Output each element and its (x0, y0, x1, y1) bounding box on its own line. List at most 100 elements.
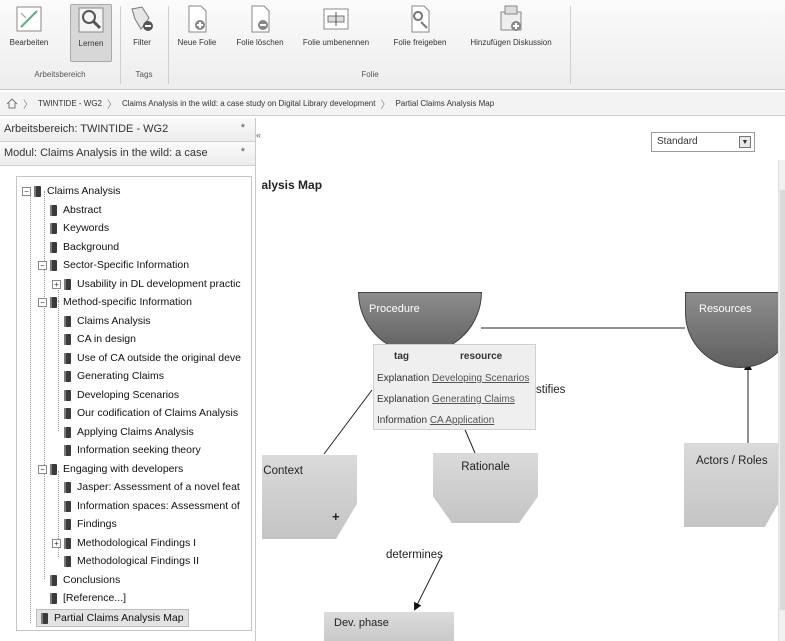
tree-item[interactable]: [Reference...] (50, 589, 126, 607)
tree-guide (44, 191, 45, 579)
tree-item-label: Partial Claims Analysis Map (54, 612, 184, 624)
breadcrumb-separator: 〉 (23, 100, 33, 111)
book-icon (64, 333, 71, 345)
tree-item-label: Abstract (63, 204, 102, 216)
tree-item[interactable]: Applying Claims Analysis (64, 423, 194, 441)
tree-item-label: Our codification of Claims Analysis (77, 407, 239, 419)
add-discussion-button[interactable]: Hinzufügen Diskussion (464, 4, 558, 62)
vertical-scrollbar[interactable] (778, 160, 785, 641)
tree-item[interactable]: − Engaging with developers (38, 460, 183, 478)
delete-slide-button[interactable]: Folie löschen (232, 4, 288, 62)
tree-item-label: Jasper: Assessment of a novel feat (77, 481, 240, 493)
book-icon (64, 555, 71, 567)
collapse-toggle[interactable]: − (38, 260, 47, 270)
learn-button-label: Lernen (78, 39, 104, 48)
tree-guide (58, 301, 59, 431)
ribbon-group-tags: Tags (135, 70, 153, 79)
book-icon (64, 444, 71, 456)
tree-item-label: Sector-Specific Information (63, 259, 190, 271)
filter-button[interactable]: Filter (124, 4, 160, 62)
tree-item[interactable]: − Sector-Specific Information (38, 256, 189, 274)
ribbon-separator (168, 6, 169, 84)
ribbon-separator (570, 6, 571, 84)
collapse-toggle[interactable]: − (38, 297, 47, 307)
tooltip-tag: Information (377, 415, 428, 426)
tooltip-resource-link[interactable]: CA Application (430, 415, 495, 426)
workspace-header[interactable]: Arbeitsbereich: TWINTIDE - WG2 * (0, 118, 255, 142)
expand-node-icon[interactable]: + (332, 509, 340, 524)
share-slide-button-label: Folie freigeben (393, 38, 447, 47)
tree-item-label: Usability in DL development practic (77, 278, 241, 290)
tree-item[interactable]: + Usability in DL development practic (52, 275, 241, 293)
book-icon (64, 370, 71, 382)
expand-toggle[interactable]: + (52, 279, 61, 289)
tree-item-label: CA in design (77, 333, 136, 345)
tree-item[interactable]: Background (50, 238, 119, 256)
tree-item[interactable]: CA in design (64, 330, 136, 348)
ribbon-group-slide: Folie (361, 70, 379, 79)
book-icon (41, 612, 48, 624)
breadcrumb-item-module[interactable]: Claims Analysis in the wild: a case stud… (122, 99, 375, 108)
book-icon (64, 352, 71, 364)
tree-item[interactable]: Claims Analysis (64, 312, 151, 330)
tree-item-label: Background (63, 241, 120, 253)
breadcrumb-item-workspace[interactable]: TWINTIDE - WG2 (38, 99, 102, 108)
book-icon (64, 500, 71, 512)
book-icon (50, 574, 57, 586)
tree-item[interactable]: Generating Claims (64, 367, 164, 385)
home-icon[interactable] (6, 98, 18, 109)
tree-item[interactable]: Use of CA outside the original deve (64, 349, 241, 367)
module-star: * (240, 146, 245, 158)
share-slide-button[interactable]: Folie freigeben (388, 4, 452, 62)
tree-item[interactable]: Keywords (50, 219, 109, 237)
book-icon (64, 481, 71, 493)
tree-item[interactable]: − Claims Analysis (22, 182, 121, 200)
rename-slide-button-label: Folie umbenennen (302, 38, 370, 47)
tree-item[interactable]: Findings (64, 515, 117, 533)
node-actors-roles[interactable]: Actors / Roles (684, 443, 785, 527)
node-dev-phase[interactable]: Dev. phase (324, 612, 454, 641)
node-rationale-label: Rationale (461, 461, 510, 473)
expand-toggle[interactable]: + (52, 538, 61, 548)
book-icon (34, 185, 41, 197)
edit-button[interactable]: Bearbeiten (4, 4, 54, 62)
tree-item-label: Methodological Findings II (77, 555, 199, 567)
node-dev-context[interactable]: v. Context + (262, 455, 357, 539)
tree-item[interactable]: Jasper: Assessment of a novel feat (64, 478, 240, 496)
book-icon (50, 204, 57, 216)
add-discussion-icon (500, 5, 522, 31)
new-slide-button[interactable]: Neue Folie (172, 4, 222, 62)
tree-item[interactable]: Conclusions (50, 571, 120, 589)
tree-item[interactable]: Our codification of Claims Analysis (64, 404, 238, 422)
tree-item[interactable]: − Method-specific Information (38, 293, 192, 311)
edge-procedure-context (323, 389, 373, 455)
collapse-toggle[interactable]: − (22, 186, 31, 196)
tree-item[interactable]: Developing Scenarios (64, 386, 179, 404)
rename-slide-button[interactable]: Folie umbenennen (298, 4, 374, 62)
learn-button[interactable]: Lernen (70, 4, 112, 62)
tooltip-header-resource: resource (460, 351, 503, 362)
edit-button-label: Bearbeiten (9, 38, 49, 47)
book-icon (64, 315, 71, 327)
node-actors-label: Actors / Roles (696, 455, 768, 467)
tooltip-resource-link[interactable]: Developing Scenarios (432, 373, 529, 384)
tree-item-label: Information seeking theory (77, 444, 201, 456)
tree-item[interactable]: Information seeking theory (64, 441, 201, 459)
node-context-label: v. Context (262, 465, 303, 477)
tree-item[interactable]: Information spaces: Assessment of (64, 497, 240, 515)
share-slide-icon (411, 5, 430, 33)
scrollbar-thumb[interactable] (780, 190, 785, 610)
edit-icon (16, 6, 42, 32)
workspace-label: Arbeitsbereich: TWINTIDE - WG2 (4, 123, 169, 135)
collapse-toggle[interactable]: − (38, 464, 47, 474)
book-icon (50, 296, 57, 308)
tree-item[interactable]: + Methodological Findings I (52, 534, 196, 552)
tree-item[interactable]: Abstract (50, 201, 102, 219)
tooltip-resource-link[interactable]: Generating Claims (432, 394, 515, 405)
module-header[interactable]: Modul: Claims Analysis in the wild: a ca… (0, 142, 255, 166)
tree-item[interactable]: Methodological Findings II (64, 552, 199, 570)
node-rationale[interactable]: Rationale (433, 453, 538, 523)
breadcrumb-item-page[interactable]: Partial Claims Analysis Map (395, 99, 494, 108)
tree-item-selected[interactable]: Partial Claims Analysis Map (36, 609, 189, 627)
node-resources-label: Resources (699, 303, 752, 315)
